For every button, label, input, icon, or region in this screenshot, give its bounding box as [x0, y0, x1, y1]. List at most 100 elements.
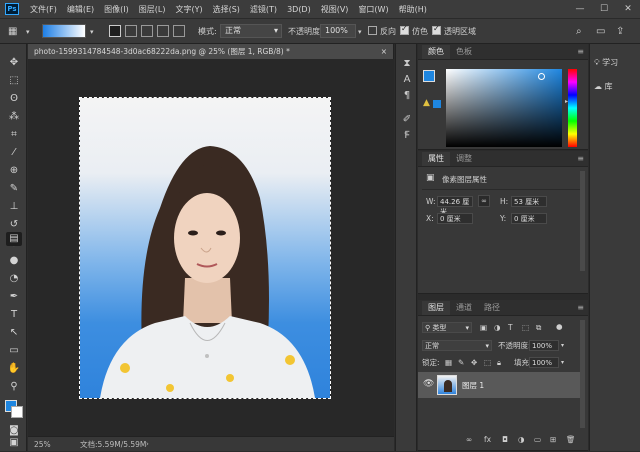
- linear-gradient-icon[interactable]: [109, 25, 121, 37]
- background-color-swatch[interactable]: [11, 406, 23, 418]
- reverse-checkbox[interactable]: [368, 26, 377, 35]
- tab-color[interactable]: 颜色: [422, 45, 450, 59]
- hue-slider-handle[interactable]: ▸: [565, 98, 568, 105]
- quick-selection-tool-icon[interactable]: ⁂: [6, 110, 22, 124]
- document-image[interactable]: [79, 97, 331, 399]
- link-icon[interactable]: ∞: [478, 195, 490, 207]
- zoom-tool-icon[interactable]: ⚲: [6, 380, 22, 394]
- height-input[interactable]: 53 厘米: [511, 196, 547, 207]
- document-info[interactable]: 文档:5.59M/5.59M: [80, 437, 146, 452]
- paragraph-icon[interactable]: ¶: [401, 90, 413, 102]
- filter-adjustment-icon[interactable]: ◑: [494, 322, 501, 333]
- filter-smart-object-icon[interactable]: ⧉: [536, 322, 541, 333]
- gradient-tool-icon[interactable]: ▤: [6, 232, 22, 246]
- crop-tool-icon[interactable]: ⌗: [6, 128, 22, 142]
- eyedropper-tool-icon[interactable]: ⁄: [6, 146, 22, 160]
- hand-tool-icon[interactable]: ✋: [6, 362, 22, 376]
- menu-select[interactable]: 选择(S): [208, 4, 245, 15]
- marquee-tool-icon[interactable]: ⬚: [6, 74, 22, 88]
- gradient-dropdown-chevron-icon[interactable]: ▾: [90, 25, 94, 39]
- tab-paths[interactable]: 路径: [478, 301, 506, 315]
- dodge-tool-icon[interactable]: ◔: [6, 272, 22, 286]
- color-panel-fg-swatch[interactable]: [423, 70, 435, 82]
- y-input[interactable]: 0 厘米: [511, 213, 547, 224]
- link-layers-icon[interactable]: ∞: [466, 434, 472, 445]
- scrollbar[interactable]: [580, 171, 585, 271]
- fx-icon[interactable]: fx: [484, 434, 491, 445]
- rectangle-tool-icon[interactable]: ▭: [6, 344, 22, 358]
- visibility-eye-icon[interactable]: 👁︎: [423, 379, 434, 389]
- menu-file[interactable]: 文件(F): [25, 4, 62, 15]
- hue-slider[interactable]: [568, 69, 577, 147]
- lock-all-icon[interactable]: 🔒︎: [497, 357, 501, 368]
- mode-dropdown[interactable]: 正常 ▾: [220, 24, 282, 38]
- lock-position-icon[interactable]: ✥: [471, 357, 477, 368]
- brushes-icon[interactable]: ✐: [401, 114, 413, 126]
- menu-layer[interactable]: 图层(L): [134, 4, 171, 15]
- dither-checkbox[interactable]: [400, 24, 409, 35]
- panel-menu-icon[interactable]: ≡: [577, 155, 584, 163]
- color-field[interactable]: [446, 69, 562, 147]
- gradient-tool-icon[interactable]: ▦: [8, 25, 17, 39]
- learn-panel-button[interactable]: 💡︎ 学习: [594, 56, 638, 70]
- layer-row[interactable]: 👁︎ 图层 1: [418, 372, 580, 398]
- add-mask-icon[interactable]: ◘: [502, 434, 508, 445]
- path-selection-tool-icon[interactable]: ↖: [6, 326, 22, 340]
- fill-input[interactable]: 100%: [529, 357, 559, 368]
- filter-shape-icon[interactable]: ⬚: [522, 322, 529, 333]
- lock-transparent-icon[interactable]: ▦: [445, 357, 452, 368]
- opacity-input[interactable]: 100%: [320, 24, 356, 38]
- transparency-checkbox[interactable]: [432, 24, 441, 35]
- zoom-level[interactable]: 25%: [34, 437, 51, 452]
- close-tab-icon[interactable]: ×: [381, 44, 387, 59]
- blend-mode-dropdown[interactable]: 正常 ▾: [422, 340, 492, 351]
- width-input[interactable]: 44.26 厘米: [437, 196, 473, 216]
- healing-brush-tool-icon[interactable]: ⊕: [6, 164, 22, 178]
- lock-artboard-icon[interactable]: ⬚: [484, 357, 491, 368]
- document-tab[interactable]: photo-1599314784548-3d0ac68222da.png @ 2…: [28, 44, 394, 59]
- menu-type[interactable]: 文字(Y): [170, 4, 207, 15]
- tool-preset-chevron-icon[interactable]: ▾: [26, 25, 30, 39]
- radial-gradient-icon[interactable]: [125, 25, 137, 37]
- menu-image[interactable]: 图像(I): [99, 4, 134, 15]
- menu-filter[interactable]: 滤镜(T): [245, 4, 282, 15]
- move-tool-icon[interactable]: ✥: [6, 56, 22, 70]
- new-layer-icon[interactable]: ⊞: [550, 434, 556, 445]
- type-tool-icon[interactable]: T: [6, 308, 22, 322]
- panel-menu-icon[interactable]: ≡: [577, 48, 584, 56]
- gradient-picker[interactable]: [42, 24, 86, 38]
- trash-icon[interactable]: 🗑︎: [566, 434, 576, 445]
- clone-stamp-tool-icon[interactable]: ⊥: [6, 200, 22, 214]
- history-icon[interactable]: ⧗: [401, 58, 413, 70]
- menu-help[interactable]: 帮助(H): [394, 4, 432, 15]
- blur-tool-icon[interactable]: ●: [6, 254, 22, 268]
- filter-pixel-icon[interactable]: ▣: [480, 322, 487, 333]
- adjustment-layer-icon[interactable]: ◑: [518, 434, 525, 445]
- status-arrow-icon[interactable]: ›: [146, 437, 149, 452]
- tab-adjustments[interactable]: 调整: [450, 152, 478, 166]
- brush-tool-icon[interactable]: ✎: [6, 182, 22, 196]
- gamut-swatch[interactable]: [433, 100, 441, 108]
- workspace-icon[interactable]: ▭: [596, 25, 605, 39]
- angle-gradient-icon[interactable]: [141, 25, 153, 37]
- lock-image-icon[interactable]: ✎: [458, 357, 464, 368]
- tab-channels[interactable]: 通道: [450, 301, 478, 315]
- opacity-slider-chevron-icon[interactable]: ▾: [358, 25, 362, 39]
- panel-menu-icon[interactable]: ≡: [577, 304, 584, 312]
- character-icon[interactable]: A: [401, 74, 413, 86]
- minimize-button[interactable]: —: [568, 0, 592, 18]
- reflected-gradient-icon[interactable]: [157, 25, 169, 37]
- filter-toggle-icon[interactable]: ●: [556, 321, 563, 332]
- diamond-gradient-icon[interactable]: [173, 25, 185, 37]
- screen-mode-icon[interactable]: ▣: [6, 436, 22, 450]
- menu-3d[interactable]: 3D(D): [282, 5, 316, 14]
- pen-tool-icon[interactable]: ✒: [6, 290, 22, 304]
- share-icon[interactable]: ⇪: [616, 25, 624, 39]
- menu-view[interactable]: 视图(V): [316, 4, 354, 15]
- tab-layers[interactable]: 图层: [422, 301, 450, 315]
- menu-window[interactable]: 窗口(W): [353, 4, 393, 15]
- lasso-tool-icon[interactable]: ʘ: [6, 92, 22, 106]
- tab-properties[interactable]: 属性: [422, 152, 450, 166]
- maximize-button[interactable]: ☐: [592, 0, 616, 18]
- layer-opacity-input[interactable]: 100%: [529, 340, 559, 351]
